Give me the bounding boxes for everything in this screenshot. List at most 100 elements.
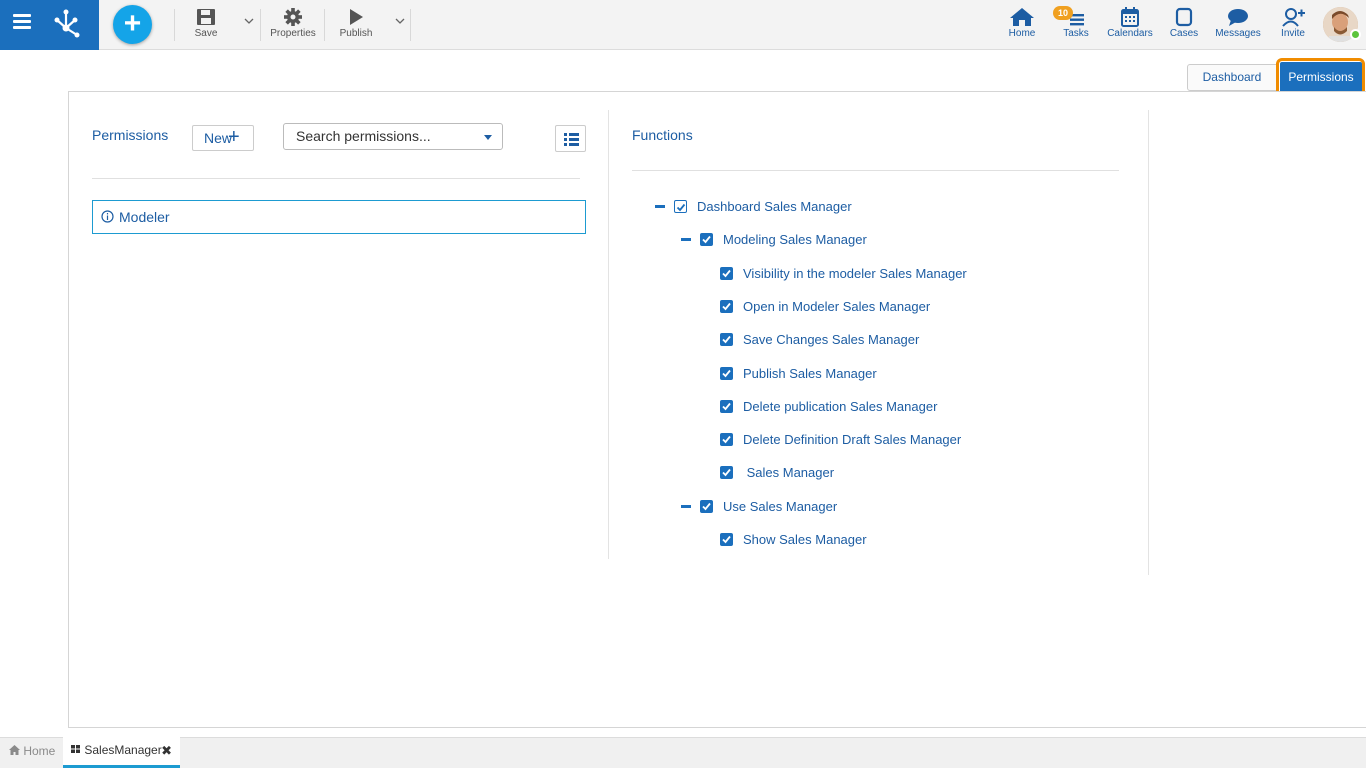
grid-icon [71,745,80,753]
function-item-label[interactable]: Sales Manager [743,464,834,482]
new-permission-button[interactable]: New + [192,125,254,151]
check-icon [702,235,711,244]
function-checkbox[interactable] [700,233,713,246]
function-item-label[interactable]: Dashboard Sales Manager [697,198,852,216]
function-checkbox[interactable] [720,533,733,546]
divider [92,178,580,179]
home-icon [1010,8,1034,26]
nav-cases[interactable]: Cases [1167,6,1201,44]
add-new-button[interactable]: + [113,5,152,44]
list-icon [564,133,579,146]
bottom-tab-home[interactable]: Home [0,737,62,768]
nav-invite-label: Invite [1281,28,1305,39]
column-divider [1148,110,1149,575]
toolbar-divider [324,9,325,41]
plus-icon: + [228,126,240,148]
calendar-icon [1121,7,1139,27]
nav-tasks-label: Tasks [1063,28,1089,39]
properties-button[interactable]: Properties [268,6,318,44]
function-checkbox[interactable] [720,333,733,346]
permission-item-label: Modeler [119,209,170,225]
play-icon [350,9,363,25]
tab-dashboard[interactable]: Dashboard [1187,64,1277,91]
bottom-tab-salesmanager[interactable]: SalesManager ✖ [63,737,180,768]
function-checkbox[interactable] [720,400,733,413]
check-icon [722,535,731,544]
check-icon [722,269,731,278]
toolbar-divider [410,9,411,41]
function-checkbox[interactable] [720,433,733,446]
info-icon [101,210,114,223]
brand-area [0,0,99,50]
check-icon [722,302,731,311]
online-status-indicator [1350,29,1361,40]
add-user-icon [1282,8,1305,27]
function-item-label[interactable]: Delete Definition Draft Sales Manager [743,431,961,449]
permissions-title: Permissions [92,127,169,143]
check-icon [702,502,711,511]
tab-permissions[interactable]: Permissions [1280,62,1362,93]
bottom-tab-salesmanager-label: SalesManager [84,743,162,757]
home-icon [9,745,20,755]
check-icon [722,435,731,444]
nav-messages[interactable]: Messages [1214,6,1262,44]
check-icon [722,369,731,378]
collapse-toggle-icon[interactable] [681,238,691,241]
toolbar-divider [174,9,175,41]
collapse-toggle-icon[interactable] [681,505,691,508]
bottom-tab-home-label: Home [23,744,56,758]
nav-cases-label: Cases [1169,28,1199,39]
function-item-label[interactable]: Modeling Sales Manager [723,231,867,249]
function-item-label[interactable]: Open in Modeler Sales Manager [743,298,930,316]
check-icon [722,335,731,344]
function-item-label[interactable]: Delete publication Sales Manager [743,398,937,416]
nav-home-label: Home [1008,28,1036,39]
publish-button[interactable]: Publish [336,6,376,44]
publish-dropdown-chevron-icon[interactable] [395,16,405,26]
cases-icon [1175,7,1193,27]
permission-item-modeler[interactable]: Modeler [92,200,586,234]
functions-title: Functions [632,127,693,143]
app-logo-icon[interactable] [50,8,82,40]
column-divider [608,110,609,559]
search-permissions-dropdown[interactable]: Search permissions... [283,123,503,150]
function-item-label[interactable]: Show Sales Manager [743,531,867,549]
save-dropdown-chevron-icon[interactable] [244,16,254,26]
function-checkbox[interactable] [720,367,733,380]
function-item-label[interactable]: Publish Sales Manager [743,365,877,383]
collapse-toggle-icon[interactable] [655,205,665,208]
function-checkbox[interactable] [674,200,687,213]
chat-bubble-icon [1228,9,1248,26]
tasks-count-badge: 10 [1053,6,1073,20]
toolbar-divider [260,9,261,41]
function-checkbox[interactable] [720,267,733,280]
main-panel [68,91,1366,728]
nav-home[interactable]: Home [1005,6,1039,44]
publish-label: Publish [339,28,373,39]
function-item-label[interactable]: Visibility in the modeler Sales Manager [743,265,967,283]
nav-invite[interactable]: Invite [1276,6,1310,44]
save-label: Save [194,28,218,39]
nav-calendars[interactable]: Calendars [1106,6,1154,44]
save-icon [197,9,215,25]
function-checkbox[interactable] [700,500,713,513]
search-permissions-placeholder: Search permissions... [296,128,431,144]
function-item-label[interactable]: Use Sales Manager [723,498,837,516]
dropdown-arrow-icon [484,135,492,140]
function-item-label[interactable]: Save Changes Sales Manager [743,331,919,349]
check-icon [722,402,731,411]
close-icon[interactable]: ✖ [161,737,172,764]
divider [632,170,1119,171]
nav-messages-label: Messages [1215,28,1261,39]
function-checkbox[interactable] [720,300,733,313]
save-button[interactable]: Save [190,6,222,44]
check-icon [722,468,731,477]
bottom-tab-bar [0,737,1366,768]
list-view-button[interactable] [555,125,586,152]
gear-icon [284,8,302,26]
properties-label: Properties [270,28,316,39]
menu-icon[interactable] [13,14,31,30]
check-icon [676,203,686,212]
nav-calendars-label: Calendars [1107,28,1153,39]
function-checkbox[interactable] [720,466,733,479]
